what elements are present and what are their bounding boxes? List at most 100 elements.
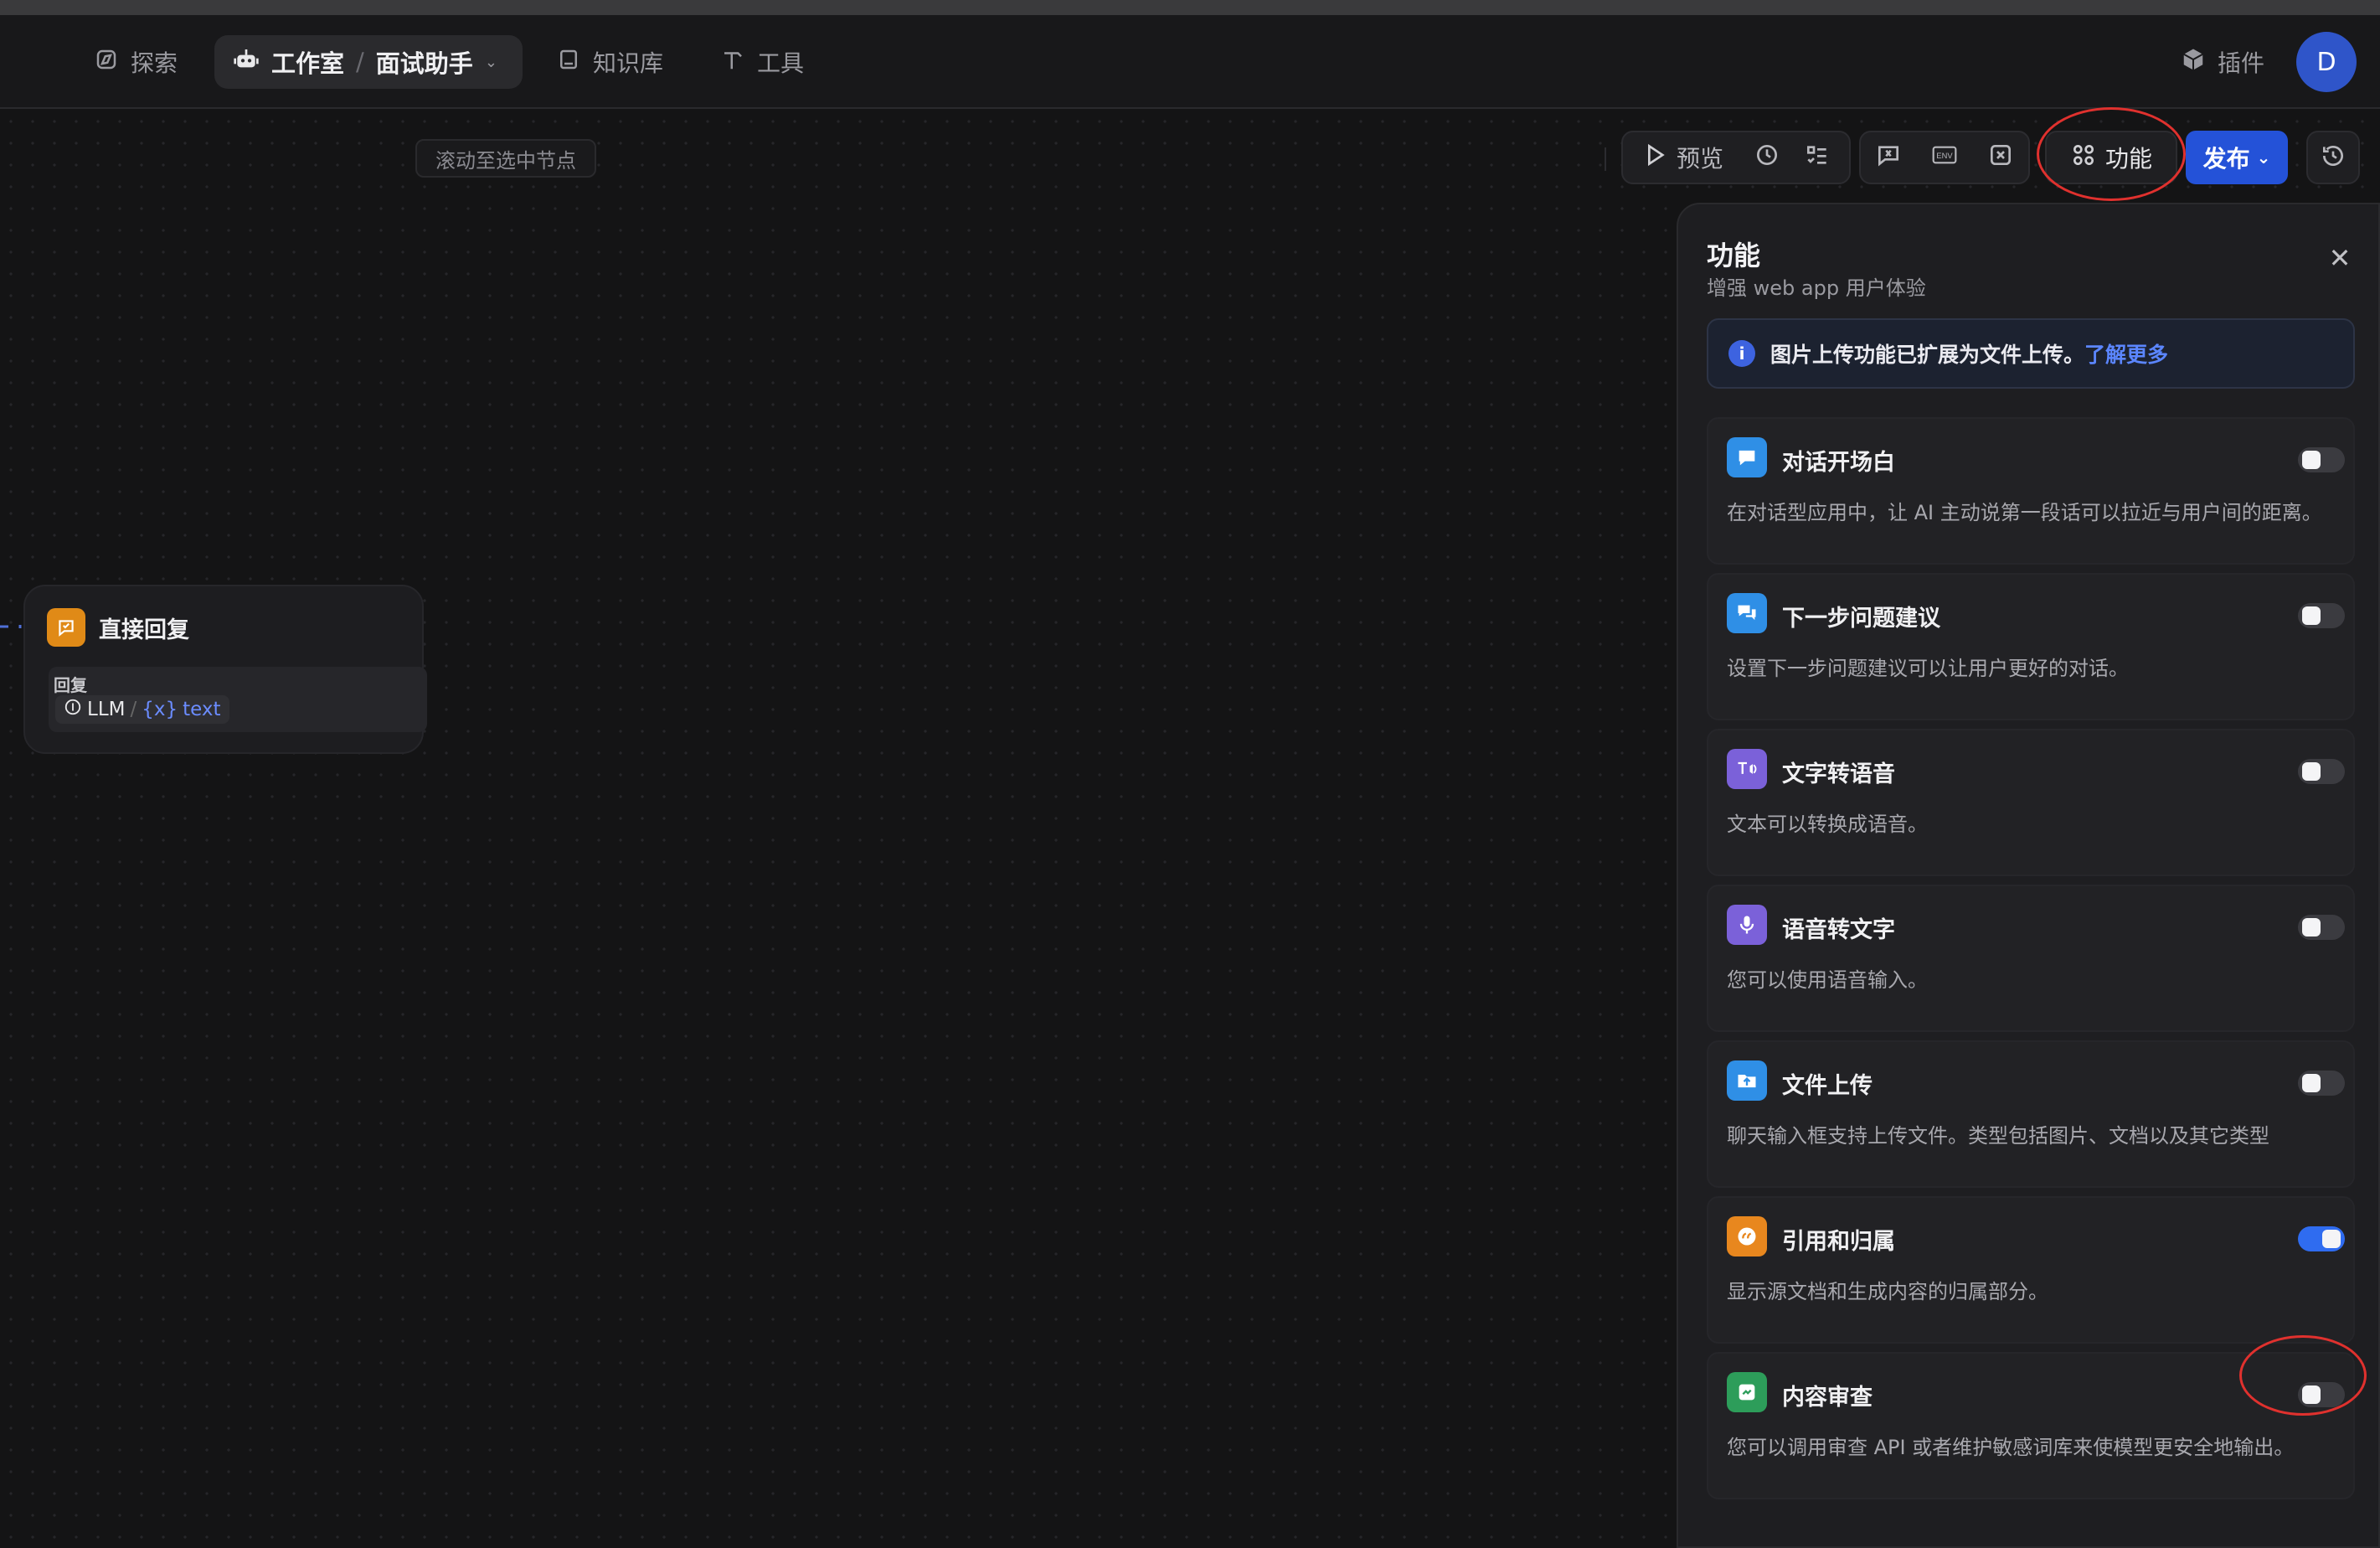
chat-bubble-icon [1727,437,1767,477]
feature-title: 下一步问题建议 [1782,606,1940,632]
toggle-knob [2322,1230,2341,1248]
cube-icon [2181,47,2206,78]
env-icon: ENV [1931,142,1958,174]
chevron-down-icon[interactable]: ⌄ [485,54,497,71]
variable-source-node: LLM [87,699,126,720]
reply-icon [47,608,85,647]
variable-name: text [183,699,221,720]
svg-text:ENV: ENV [1936,152,1953,160]
messages-icon [1727,593,1767,633]
close-icon[interactable]: ✕ [2323,241,2357,275]
publish-label: 发布 [2202,145,2250,173]
node-title: 直接回复 [99,617,189,643]
feature-description: 您可以调用审查 API 或者维护敏感词库来使模型更安全地输出。 [1727,1436,2295,1459]
nav-studio[interactable]: 工作室 / 面试助手 ⌄ [214,35,523,89]
feature-description: 聊天输入框支持上传文件。类型包括图片、文档以及其它类型 [1727,1124,2269,1148]
checklist-icon [1804,142,1831,174]
feature-toggle[interactable] [2298,1226,2345,1251]
nav-knowledge[interactable]: 知识库 [556,35,663,89]
chevron-down-icon: ⌄ [2256,147,2271,168]
clock-play-icon [1754,142,1780,174]
feature-card: 语音转文字您可以使用语音输入。 [1707,885,2355,1032]
scroll-to-selected-button[interactable]: 滚动至选中节点 [415,139,596,178]
feature-toggle[interactable] [2298,1071,2345,1096]
quote-icon [1727,1216,1767,1256]
history-icon [2320,142,2347,173]
feature-title: 文字转语音 [1782,761,1895,787]
run-toolbar: 预览 [1621,131,1851,184]
answer-node[interactable]: 直接回复 回复 LLM / {x} text [23,585,427,754]
file-upload-icon [1727,1060,1767,1101]
checklist-button[interactable] [1792,132,1842,183]
window-top-strip [0,0,2380,15]
feature-card: 文字转语音文本可以转换成语音。 [1707,729,2355,876]
feature-description: 文本可以转换成语音。 [1727,813,1928,836]
annotation-circle-moderation-toggle [2239,1335,2367,1416]
toggle-knob [2302,1074,2321,1092]
feature-toggle[interactable] [2298,447,2345,472]
play-icon [1641,142,1668,174]
feature-title: 语音转文字 [1782,917,1895,943]
feature-title: 文件上传 [1782,1073,1873,1099]
avatar[interactable]: D [2296,32,2357,92]
panel-title: 功能 [1707,240,1761,271]
feature-description: 在对话型应用中，让 AI 主动说第一段话可以拉近与用户间的距离。 [1727,501,2322,524]
variable-prefix: {x} [142,699,178,720]
moderation-icon [1727,1372,1767,1412]
learn-more-link[interactable]: 了解更多 [2084,343,2168,367]
nav-tools-label: 工具 [757,49,805,77]
message-variable-icon [1875,142,1902,174]
feature-description: 您可以使用语音输入。 [1727,968,1928,992]
book-icon [556,47,581,78]
robot-icon [233,46,260,79]
chat-variables-button[interactable] [1861,132,1917,183]
preview-button[interactable]: 预览 [1623,132,1742,183]
feature-title: 内容审查 [1782,1385,1873,1411]
env-variables-button[interactable]: ENV [1917,132,1973,183]
nav-explore-label: 探索 [131,49,178,77]
nav-tools[interactable]: 工具 [720,35,804,89]
feature-card: 文件上传聊天输入框支持上传文件。类型包括图片、文档以及其它类型 [1707,1040,2355,1188]
microphone-icon [1727,905,1767,945]
breadcrumb-separator: / [356,48,364,76]
feature-card: 下一步问题建议设置下一步问题建议可以让用户更好的对话。 [1707,573,2355,720]
run-history-button[interactable] [1742,132,1792,183]
feature-description: 显示源文档和生成内容的归属部分。 [1727,1280,2048,1303]
feature-title: 对话开场白 [1782,450,1895,476]
feature-toggle[interactable] [2298,759,2345,784]
nav-plugins[interactable]: 插件 [2181,35,2264,89]
edge-connector [0,625,22,628]
nav-knowledge-label: 知识库 [593,49,664,77]
toggle-knob [2302,451,2321,469]
feature-title: 引用和归属 [1782,1229,1895,1255]
feature-toggle[interactable] [2298,915,2345,940]
variable-x-icon [1987,142,2014,174]
notice-text: 图片上传功能已扩展为文件上传。 [1770,343,2085,367]
toggle-knob [2302,606,2321,625]
info-icon: i [1728,340,1755,367]
node-header: 直接回复 [47,608,189,647]
preview-label: 预览 [1676,145,1723,173]
info-notice: i 图片上传功能已扩展为文件上传。了解更多 [1707,318,2355,389]
global-variables-button[interactable] [1972,132,2028,183]
feature-description: 设置下一步问题建议可以让用户更好的对话。 [1727,657,2129,680]
publish-button[interactable]: 发布 ⌄ [2186,131,2288,184]
compass-icon [94,47,119,78]
panel-subtitle: 增强 web app 用户体验 [1707,276,1926,300]
toggle-knob [2302,762,2321,781]
node-field-label: 回复 [54,675,87,695]
app-name[interactable]: 面试助手 [376,44,473,80]
top-navbar: 探索 工作室 / 面试助手 ⌄ 知识库 工具 插件 D [0,15,2380,109]
variables-toolbar: ENV [1859,131,2030,184]
nav-explore[interactable]: 探索 [94,35,178,89]
nav-plugins-label: 插件 [2218,49,2265,77]
variable-reference[interactable]: LLM / {x} text [55,695,229,724]
variable-separator: / [130,699,137,720]
feature-card: 引用和归属显示源文档和生成内容的归属部分。 [1707,1196,2355,1344]
toggle-knob [2302,918,2321,937]
feature-toggle[interactable] [2298,603,2345,628]
feature-card: 对话开场白在对话型应用中，让 AI 主动说第一段话可以拉近与用户间的距离。 [1707,417,2355,565]
llm-node-icon [64,698,82,721]
version-history-button[interactable] [2306,131,2360,184]
toolbar-divider [1605,147,1606,171]
